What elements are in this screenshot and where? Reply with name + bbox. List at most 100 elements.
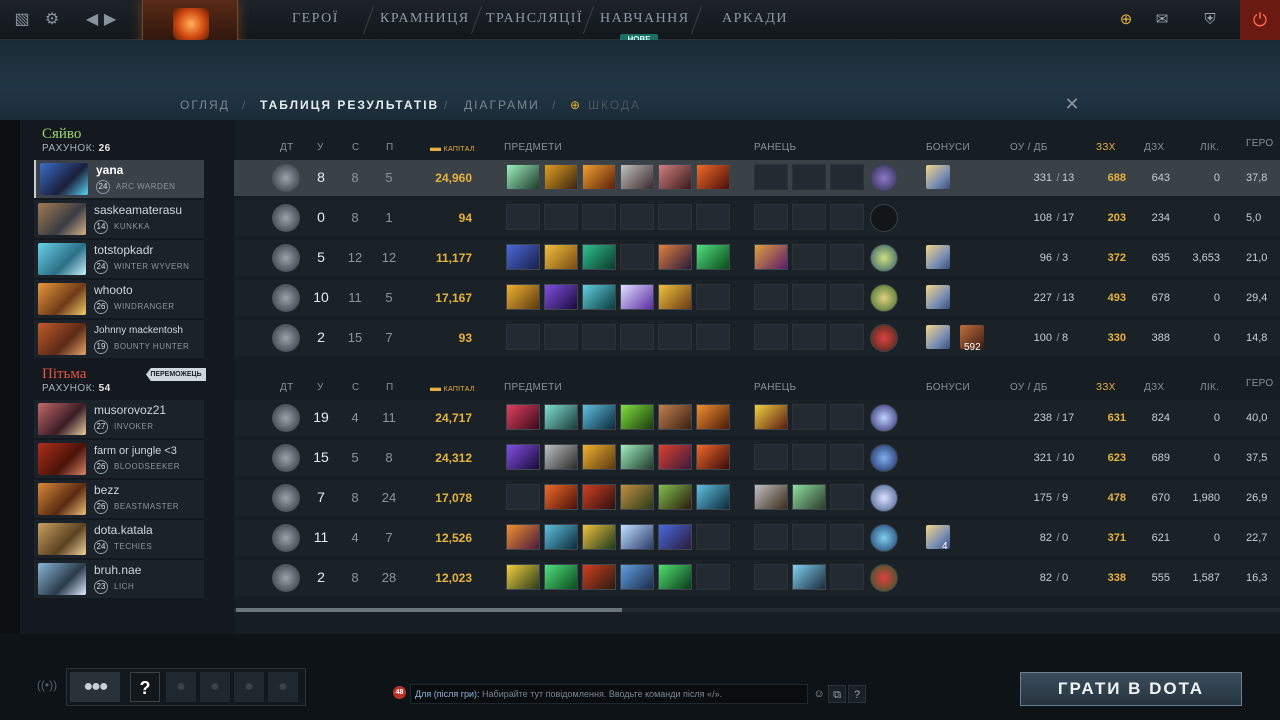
item-slot[interactable] xyxy=(696,484,730,510)
nav-watch[interactable]: ТРАНСЛЯЦІЇ xyxy=(486,11,583,27)
item-slot[interactable] xyxy=(658,164,692,190)
item-slot[interactable] xyxy=(506,524,540,550)
item-slot[interactable] xyxy=(582,204,616,230)
item-slot[interactable] xyxy=(544,204,578,230)
neutral-item-slot[interactable] xyxy=(870,204,898,232)
item-slot[interactable] xyxy=(620,244,654,270)
backpack-slot[interactable] xyxy=(754,324,788,350)
table-row[interactable]: 2 8 28 12,023 82 / 0 338 555 1,587 16,3 xyxy=(234,560,1280,596)
tab-overview[interactable]: ОГЛЯД xyxy=(180,98,230,112)
item-slot[interactable] xyxy=(696,404,730,430)
item-slot[interactable] xyxy=(658,484,692,510)
item-slot[interactable] xyxy=(582,284,616,310)
item-slot[interactable] xyxy=(620,164,654,190)
neutral-item-slot[interactable] xyxy=(870,484,898,512)
item-slot[interactable] xyxy=(658,324,692,350)
armory-icon[interactable]: ⛨ xyxy=(1198,8,1222,32)
backpack-slot[interactable] xyxy=(754,444,788,470)
item-slot[interactable] xyxy=(582,244,616,270)
table-row[interactable]: 10 11 5 17,167 227 / 13 493 678 0 29,4 xyxy=(234,280,1280,316)
backpack-slot[interactable] xyxy=(830,524,864,550)
item-slot[interactable] xyxy=(506,564,540,590)
table-row[interactable]: 2 15 7 93 592 100 / 8 330 388 0 14,8 xyxy=(234,320,1280,356)
player-card[interactable]: totstopkadr 24 WINTER WYVERN xyxy=(34,240,204,278)
backpack-slot[interactable] xyxy=(830,164,864,190)
item-slot[interactable] xyxy=(696,324,730,350)
player-card[interactable]: bezz 26 BEASTMASTER xyxy=(34,480,204,518)
connection-signal-icon[interactable]: ((•)) xyxy=(36,678,58,696)
item-slot[interactable] xyxy=(620,484,654,510)
dota-plus-icon[interactable]: ▧ xyxy=(12,10,32,30)
backpack-slot[interactable] xyxy=(754,484,788,510)
item-slot[interactable] xyxy=(506,204,540,230)
item-slot[interactable] xyxy=(506,284,540,310)
backpack-slot[interactable] xyxy=(792,484,826,510)
item-slot[interactable] xyxy=(658,524,692,550)
item-slot[interactable] xyxy=(696,164,730,190)
player-card[interactable]: whooto 26 WINDRANGER xyxy=(34,280,204,318)
neutral-item-slot[interactable] xyxy=(870,244,898,272)
backpack-slot[interactable] xyxy=(792,444,826,470)
nav-arcade[interactable]: АРКАДИ xyxy=(722,11,788,27)
tab-graphs[interactable]: ДІАГРАМИ xyxy=(464,98,540,112)
item-slot[interactable] xyxy=(506,324,540,350)
table-row[interactable]: 19 4 11 24,717 238 / 17 631 824 0 40,0 xyxy=(234,400,1280,436)
neutral-item-slot[interactable] xyxy=(870,444,898,472)
item-slot[interactable] xyxy=(582,564,616,590)
play-dota-button[interactable]: ГРАТИ В DOTA xyxy=(1020,672,1242,706)
item-slot[interactable] xyxy=(658,564,692,590)
item-slot[interactable] xyxy=(544,564,578,590)
backpack-slot[interactable] xyxy=(792,524,826,550)
tab-scoreboard[interactable]: ТАБЛИЦЯ РЕЗУЛЬТАТІВ xyxy=(260,98,439,112)
player-card[interactable]: dota.katala 24 TECHIES xyxy=(34,520,204,558)
item-slot[interactable] xyxy=(582,404,616,430)
table-row[interactable]: 0 8 1 94 108 / 17 203 234 0 5,0 xyxy=(234,200,1280,236)
item-slot[interactable] xyxy=(696,204,730,230)
backpack-slot[interactable] xyxy=(792,164,826,190)
player-card[interactable]: Johnny mackentosh 19 BOUNTY HUNTER xyxy=(34,320,204,358)
item-slot[interactable] xyxy=(620,564,654,590)
item-slot[interactable] xyxy=(658,204,692,230)
item-slot[interactable] xyxy=(620,324,654,350)
back-icon[interactable]: ◀ xyxy=(82,10,102,30)
item-slot[interactable] xyxy=(696,284,730,310)
item-slot[interactable] xyxy=(658,404,692,430)
emoji-icon[interactable]: ☺ xyxy=(810,685,828,703)
item-slot[interactable] xyxy=(544,444,578,470)
power-icon[interactable]: ⏻ xyxy=(1240,0,1280,40)
chat-wheel-icon[interactable]: ⧉ xyxy=(828,685,846,703)
party-slot-icon[interactable]: ● xyxy=(200,672,230,702)
backpack-slot[interactable] xyxy=(830,204,864,230)
settings-icon[interactable]: ⚙ xyxy=(42,10,62,30)
item-slot[interactable] xyxy=(620,524,654,550)
item-slot[interactable] xyxy=(620,284,654,310)
chat-input[interactable]: Для (після гри): Набирайте тут повідомле… xyxy=(410,684,808,704)
item-slot[interactable] xyxy=(582,444,616,470)
item-slot[interactable] xyxy=(658,444,692,470)
party-slot-icon[interactable]: ● xyxy=(268,672,298,702)
player-card[interactable]: musorovoz21 27 INVOKER xyxy=(34,400,204,438)
player-card[interactable]: saskeamaterasu 14 KUNKKA xyxy=(34,200,204,238)
item-slot[interactable] xyxy=(544,404,578,430)
table-row[interactable]: 15 5 8 24,312 321 / 10 623 689 0 37,5 xyxy=(234,440,1280,476)
close-icon[interactable]: ✕ xyxy=(1062,94,1082,114)
neutral-item-slot[interactable] xyxy=(870,524,898,552)
item-slot[interactable] xyxy=(696,564,730,590)
item-slot[interactable] xyxy=(506,444,540,470)
neutral-item-slot[interactable] xyxy=(870,324,898,352)
player-card[interactable]: yana 24 ARC WARDEN xyxy=(34,160,204,198)
backpack-slot[interactable] xyxy=(792,284,826,310)
item-slot[interactable] xyxy=(544,524,578,550)
backpack-slot[interactable] xyxy=(754,524,788,550)
item-slot[interactable] xyxy=(696,244,730,270)
item-slot[interactable] xyxy=(582,324,616,350)
backpack-slot[interactable] xyxy=(792,244,826,270)
nav-store[interactable]: КРАМНИЦЯ xyxy=(380,11,470,27)
item-slot[interactable] xyxy=(620,204,654,230)
chat-target[interactable]: Для (після гри): xyxy=(415,689,480,699)
item-slot[interactable] xyxy=(544,484,578,510)
backpack-slot[interactable] xyxy=(830,564,864,590)
nav-learn[interactable]: НАВЧАННЯ xyxy=(600,11,690,27)
nav-heroes[interactable]: ГЕРОЇ xyxy=(292,11,339,27)
help-button[interactable]: ? xyxy=(130,672,160,702)
